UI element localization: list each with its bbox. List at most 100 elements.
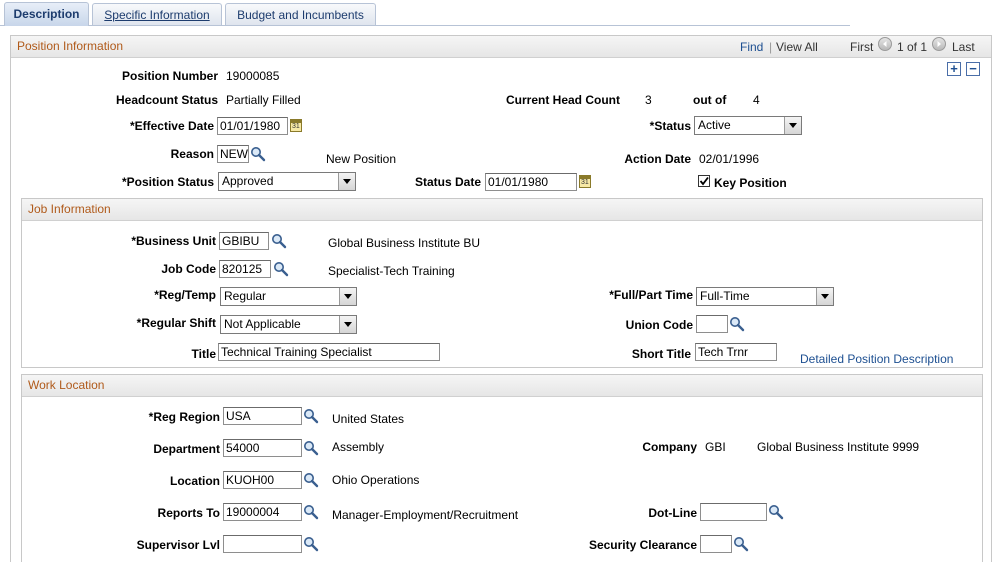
key-position-checkbox[interactable]	[698, 175, 710, 187]
short-title-label: Short Title	[631, 347, 691, 361]
action-date-label: Action Date	[624, 152, 691, 166]
department-label: Department	[153, 442, 220, 456]
tab-bar: Description Specific Information Budget …	[0, 0, 999, 28]
magnifier-icon[interactable]	[303, 504, 319, 520]
tab-budget-incumbents[interactable]: Budget and Incumbents	[225, 3, 376, 25]
chevron-down-icon	[816, 288, 833, 305]
delete-row-button[interactable]: −	[966, 62, 980, 76]
reg-temp-selected: Regular	[224, 289, 267, 303]
title-input[interactable]: Technical Training Specialist	[218, 343, 440, 361]
location-description: Ohio Operations	[332, 473, 420, 487]
dot-line-input[interactable]	[700, 503, 767, 521]
tab-label: Budget and Incumbents	[237, 8, 364, 22]
magnifier-icon[interactable]	[768, 504, 784, 520]
status-label: *Status	[649, 119, 691, 133]
detailed-position-description-link[interactable]: Detailed Position Description	[800, 352, 953, 366]
company-value: GBI	[705, 440, 726, 454]
previous-row-button[interactable]	[878, 37, 892, 51]
current-head-count-value: 3	[645, 93, 652, 107]
job-code-label: Job Code	[161, 262, 216, 276]
action-date-value: 02/01/1996	[699, 152, 760, 166]
chevron-down-icon	[339, 316, 356, 333]
job-information-group: Job Information	[21, 198, 983, 368]
page-info: 1 of 1	[897, 40, 928, 54]
reports-to-label: Reports To	[157, 506, 220, 520]
supervisor-lvl-label: Supervisor Lvl	[136, 538, 220, 552]
magnifier-icon[interactable]	[273, 261, 289, 277]
location-label: Location	[170, 474, 220, 488]
magnifier-icon[interactable]	[303, 472, 319, 488]
view-all-link[interactable]: View All	[776, 40, 818, 54]
first-label: First	[850, 40, 874, 54]
department-input[interactable]: 54000	[223, 439, 302, 457]
position-status-select[interactable]: Approved	[218, 172, 356, 191]
calendar-icon[interactable]	[290, 119, 302, 132]
dot-line-label: Dot-Line	[648, 506, 697, 520]
magnifier-icon[interactable]	[271, 233, 287, 249]
job-code-description: Specialist-Tech Training	[328, 264, 455, 278]
chevron-down-icon	[338, 173, 355, 190]
position-status-label: *Position Status	[121, 175, 214, 189]
tab-label: Description	[13, 7, 80, 21]
company-label: Company	[642, 440, 697, 454]
work-location-title: Work Location	[28, 378, 105, 392]
headcount-status-label: Headcount Status	[115, 93, 218, 107]
security-clearance-input[interactable]	[700, 535, 732, 553]
chevron-left-icon	[883, 41, 887, 47]
current-head-count-label: Current Head Count	[506, 93, 620, 107]
find-link[interactable]: Find	[740, 40, 763, 54]
status-selected: Active	[698, 118, 731, 132]
magnifier-icon[interactable]	[303, 408, 319, 424]
title-label: Title	[191, 347, 216, 361]
full-part-time-select[interactable]: Full-Time	[696, 287, 834, 306]
key-position-label: Key Position	[714, 176, 787, 190]
status-select[interactable]: Active	[694, 116, 802, 135]
tab-specific-information[interactable]: Specific Information	[92, 3, 222, 25]
headcount-status-value: Partially Filled	[226, 93, 301, 107]
magnifier-icon[interactable]	[250, 146, 266, 162]
security-clearance-label: Security Clearance	[588, 538, 697, 552]
reg-region-input[interactable]: USA	[223, 407, 302, 425]
work-location-header: Work Location	[22, 375, 982, 397]
magnifier-icon[interactable]	[303, 536, 319, 552]
reason-description: New Position	[326, 152, 397, 166]
job-information-header: Job Information	[22, 199, 982, 221]
next-row-button[interactable]	[932, 37, 946, 51]
reason-input[interactable]: NEW	[217, 145, 249, 163]
position-status-selected: Approved	[222, 174, 274, 188]
regular-shift-selected: Not Applicable	[224, 317, 301, 331]
magnifier-icon[interactable]	[729, 316, 745, 332]
short-title-input[interactable]: Tech Trnr	[695, 343, 777, 361]
union-code-input[interactable]	[696, 315, 728, 333]
tab-description[interactable]: Description	[4, 2, 89, 26]
calendar-icon[interactable]	[579, 175, 591, 188]
job-code-input[interactable]: 820125	[219, 260, 271, 278]
out-of-label: out of	[693, 93, 727, 107]
position-number-label: Position Number	[121, 69, 218, 83]
business-unit-input[interactable]: GBIBU	[219, 232, 269, 250]
magnifier-icon[interactable]	[733, 536, 749, 552]
reason-label: Reason	[170, 147, 214, 161]
magnifier-icon[interactable]	[303, 440, 319, 456]
supervisor-lvl-input[interactable]	[223, 535, 302, 553]
effective-date-label: *Effective Date	[129, 119, 214, 133]
chevron-down-icon	[339, 288, 356, 305]
last-label: Last	[952, 40, 975, 54]
reg-region-description: United States	[332, 412, 405, 426]
regular-shift-select[interactable]: Not Applicable	[220, 315, 357, 334]
regular-shift-label: *Regular Shift	[136, 316, 216, 330]
reg-temp-select[interactable]: Regular	[220, 287, 357, 306]
reg-temp-label: *Reg/Temp	[154, 288, 216, 302]
chevron-down-icon	[784, 117, 801, 134]
union-code-label: Union Code	[625, 318, 693, 332]
reports-to-input[interactable]: 19000004	[223, 503, 302, 521]
tab-label: Specific Information	[104, 8, 210, 22]
add-row-button[interactable]: +	[947, 62, 961, 76]
business-unit-description: Global Business Institute BU	[328, 236, 481, 250]
effective-date-input[interactable]: 01/01/1980	[217, 117, 288, 135]
location-input[interactable]: KUOH00	[223, 471, 302, 489]
max-head-count-value: 4	[753, 93, 760, 107]
status-date-input[interactable]: 01/01/1980	[485, 173, 577, 191]
checkmark-icon	[699, 176, 709, 186]
position-number-value: 19000085	[226, 69, 280, 83]
